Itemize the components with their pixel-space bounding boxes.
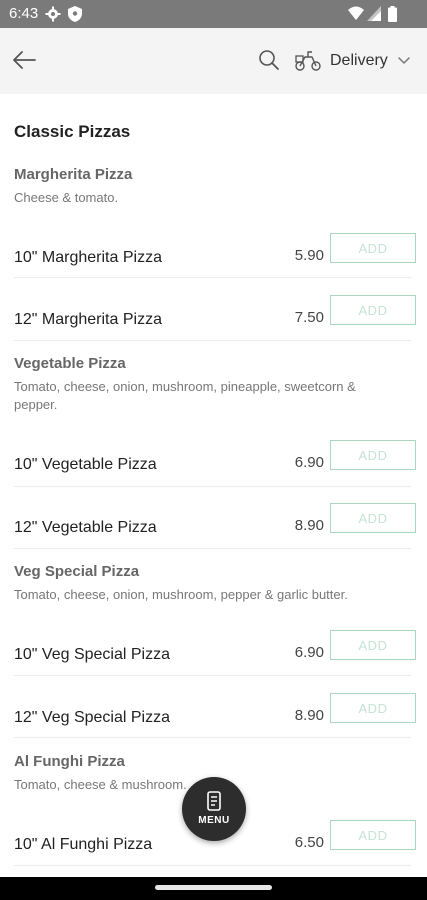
- menu-fab-button[interactable]: MENU: [182, 777, 246, 841]
- menu-group: Vegetable Pizza Tomato, cheese, onion, m…: [14, 355, 394, 414]
- status-time: 6:43: [9, 5, 39, 22]
- menu-item[interactable]: 12" Veg Special Pizza 8.90 ADD: [14, 693, 416, 751]
- item-name: 10" Vegetable Pizza: [14, 456, 157, 473]
- back-arrow-icon[interactable]: [10, 48, 38, 72]
- add-button[interactable]: ADD: [330, 820, 416, 850]
- add-button[interactable]: ADD: [330, 503, 416, 533]
- delivery-mode-selector[interactable]: Delivery: [330, 52, 388, 70]
- wifi-icon: [348, 6, 364, 20]
- menu-item[interactable]: 10" Veg Special Pizza 6.90 ADD: [14, 630, 416, 688]
- group-name: Veg Special Pizza: [14, 563, 140, 580]
- divider: [14, 548, 411, 549]
- add-button[interactable]: ADD: [330, 440, 416, 470]
- menu-item[interactable]: 10" Margherita Pizza 5.90 ADD: [14, 233, 416, 291]
- group-name: Margherita Pizza: [14, 166, 133, 183]
- status-bar: 6:43: [0, 0, 427, 28]
- item-price: 6.50: [294, 834, 324, 851]
- group-name: Al Funghi Pizza: [14, 753, 125, 770]
- item-price: 6.90: [294, 644, 324, 661]
- item-price: 6.90: [294, 454, 324, 471]
- group-description: Tomato, cheese, onion, mushroom, pepper …: [14, 587, 348, 602]
- divider: [14, 675, 411, 676]
- item-price: 7.50: [294, 309, 324, 326]
- item-name: 12" Margherita Pizza: [14, 311, 162, 328]
- item-name: 12" Vegetable Pizza: [14, 519, 157, 536]
- group-description: Tomato, cheese, onion, mushroom, pineapp…: [14, 379, 356, 412]
- system-nav-bar: [0, 877, 427, 900]
- menu-item[interactable]: 12" Vegetable Pizza 8.90 ADD: [14, 503, 416, 561]
- divider: [14, 340, 411, 341]
- menu-fab-label: MENU: [198, 815, 230, 826]
- item-name: 10" Al Funghi Pizza: [14, 836, 153, 853]
- menu-item[interactable]: 10" Vegetable Pizza 6.90 ADD: [14, 440, 416, 498]
- add-button[interactable]: ADD: [330, 295, 416, 325]
- section-title: Classic Pizzas: [14, 122, 131, 141]
- group-description: Cheese & tomato.: [14, 190, 119, 205]
- menu-group: Veg Special Pizza Tomato, cheese, onion,…: [14, 563, 394, 604]
- menu-item[interactable]: 12" Margherita Pizza 7.50 ADD: [14, 295, 416, 353]
- app-bar: Delivery: [0, 28, 427, 94]
- search-icon[interactable]: [258, 49, 280, 71]
- settings-icon: [45, 6, 61, 22]
- chevron-down-icon[interactable]: [398, 56, 410, 66]
- item-name: 10" Margherita Pizza: [14, 249, 162, 266]
- menu-group: Margherita Pizza Cheese & tomato.: [14, 166, 394, 207]
- item-price: 8.90: [294, 517, 324, 534]
- signal-icon: [367, 6, 381, 21]
- item-name: 12" Veg Special Pizza: [14, 709, 170, 726]
- menu-document-icon: [207, 791, 221, 811]
- add-button[interactable]: ADD: [330, 693, 416, 723]
- add-button[interactable]: ADD: [330, 233, 416, 263]
- shield-icon: [68, 6, 82, 22]
- menu-content[interactable]: Classic Pizzas Margherita Pizza Cheese &…: [0, 94, 427, 877]
- item-name: 10" Veg Special Pizza: [14, 646, 170, 663]
- divider: [14, 865, 411, 866]
- divider: [14, 486, 411, 487]
- item-price: 8.90: [294, 707, 324, 724]
- delivery-scooter-icon: [295, 51, 321, 71]
- divider: [14, 277, 411, 278]
- battery-icon: [388, 6, 397, 22]
- item-price: 5.90: [294, 247, 324, 264]
- add-button[interactable]: ADD: [330, 630, 416, 660]
- divider: [14, 737, 411, 738]
- home-gesture-handle[interactable]: [155, 885, 272, 890]
- group-name: Vegetable Pizza: [14, 355, 126, 372]
